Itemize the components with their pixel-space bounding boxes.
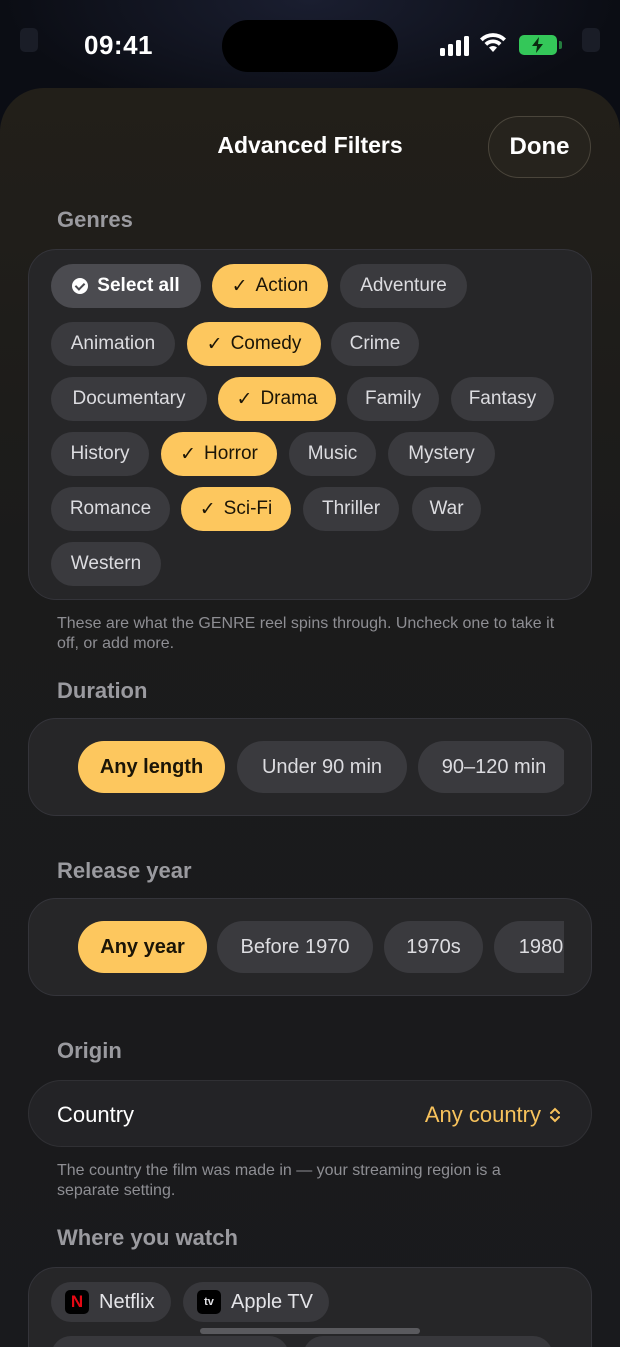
genre-chip-music[interactable]: Music — [289, 432, 376, 476]
status-time: 09:41 — [84, 30, 153, 60]
cellular-signal-icon — [440, 34, 472, 56]
apple-tv-logo-icon: tv — [197, 1290, 221, 1314]
duration-section-title: Duration — [57, 678, 148, 703]
genre-chip-label: Action — [255, 275, 309, 296]
battery-icon — [519, 35, 562, 55]
genre-chip-animation[interactable]: Animation — [51, 322, 175, 366]
duration-option-90-120[interactable]: 90–120 min — [418, 741, 564, 793]
service-chip-netflix[interactable]: N Netflix — [51, 1282, 171, 1322]
genre-chip-label: Animation — [70, 333, 156, 354]
genre-chip-label: Sci-Fi — [223, 498, 273, 519]
done-button[interactable]: Done — [488, 116, 591, 178]
chevron-up-down-icon — [550, 1107, 560, 1123]
genre-chip-label: Adventure — [360, 275, 447, 296]
country-value-text: Any country — [424, 1102, 541, 1127]
genre-chip-label: Crime — [349, 333, 401, 354]
genre-chip-label: History — [70, 443, 130, 464]
select-all-chip[interactable]: Select all — [51, 264, 201, 308]
country-label: Country — [57, 1102, 135, 1127]
genre-chip-western[interactable]: Western — [51, 542, 161, 586]
genres-note: These are what the GENRE reel spins thro… — [57, 615, 555, 652]
origin-note: The country the film was made in — your … — [57, 1162, 501, 1199]
genre-chip-drama[interactable]: ✓ Drama — [218, 377, 336, 421]
genre-chip-label: Drama — [260, 388, 318, 409]
service-label: Netflix — [99, 1290, 155, 1313]
genre-chip-mystery[interactable]: Mystery — [388, 432, 495, 476]
year-option-1980s[interactable]: 1980s — [494, 921, 564, 973]
year-option-any-year[interactable]: Any year — [78, 921, 207, 973]
checkmark-icon: ✓ — [180, 443, 197, 465]
genre-chip-history[interactable]: History — [51, 432, 149, 476]
wifi-icon — [480, 33, 506, 52]
checkmark-icon: ✓ — [206, 333, 223, 355]
select-all-label: Select all — [97, 275, 180, 296]
genre-chip-label: Thriller — [321, 498, 381, 519]
genre-chip-label: Music — [307, 443, 358, 464]
service-chip[interactable] — [51, 1336, 289, 1347]
year-option-before-1970[interactable]: Before 1970 — [217, 921, 373, 973]
service-chip[interactable] — [303, 1336, 553, 1347]
duration-options-row[interactable]: Any length Under 90 min 90–120 min — [78, 741, 564, 795]
release-year-options-row[interactable]: Any year Before 1970 1970s 1980s — [78, 921, 564, 975]
genre-chip-label: Romance — [69, 498, 152, 519]
genre-chip-label: Documentary — [72, 388, 186, 409]
home-indicator — [200, 1328, 420, 1334]
genre-chip-sci-fi[interactable]: ✓ Sci-Fi — [181, 487, 291, 531]
service-label: Apple TV — [231, 1290, 313, 1313]
genre-chip-family[interactable]: Family — [347, 377, 439, 421]
where-you-watch-section-title: Where you watch — [57, 1225, 238, 1250]
checkmark-icon: ✓ — [199, 498, 216, 520]
genre-chip-label: Fantasy — [468, 388, 537, 409]
checkmark-circle-icon — [72, 278, 89, 294]
year-option-1970s[interactable]: 1970s — [384, 921, 483, 973]
genre-chip-romance[interactable]: Romance — [51, 487, 170, 531]
genres-section-title: Genres — [57, 207, 133, 232]
status-bar: 09:41 — [0, 0, 620, 90]
genre-chip-war[interactable]: War — [412, 487, 481, 531]
genre-chip-label: Horror — [204, 443, 258, 464]
genre-chip-label: Mystery — [408, 443, 475, 464]
genre-chip-label: War — [429, 498, 464, 519]
genre-chip-comedy[interactable]: ✓ Comedy — [187, 322, 321, 366]
genre-chip-horror[interactable]: ✓ Horror — [161, 432, 277, 476]
release-year-section-title: Release year — [57, 858, 192, 883]
dynamic-island — [222, 20, 398, 72]
genre-chip-adventure[interactable]: Adventure — [340, 264, 467, 308]
checkmark-icon: ✓ — [231, 275, 248, 297]
origin-section-title: Origin — [57, 1038, 122, 1063]
genre-chip-documentary[interactable]: Documentary — [51, 377, 207, 421]
service-chip-apple-tv[interactable]: tv Apple TV — [183, 1282, 329, 1322]
genre-chip-action[interactable]: ✓ Action — [212, 264, 328, 308]
country-value[interactable]: Any country — [425, 1102, 561, 1128]
country-picker[interactable]: Country Any country — [28, 1080, 592, 1147]
genre-chip-label: Western — [70, 553, 142, 574]
genre-chip-crime[interactable]: Crime — [331, 322, 419, 366]
genre-chip-label: Family — [365, 388, 421, 409]
genre-chip-thriller[interactable]: Thriller — [303, 487, 399, 531]
genre-chip-label: Comedy — [230, 333, 302, 354]
netflix-logo-icon: N — [65, 1290, 89, 1314]
genre-chip-fantasy[interactable]: Fantasy — [451, 377, 554, 421]
duration-option-any-length[interactable]: Any length — [78, 741, 225, 793]
checkmark-icon: ✓ — [236, 388, 253, 410]
duration-option-under-90[interactable]: Under 90 min — [237, 741, 407, 793]
